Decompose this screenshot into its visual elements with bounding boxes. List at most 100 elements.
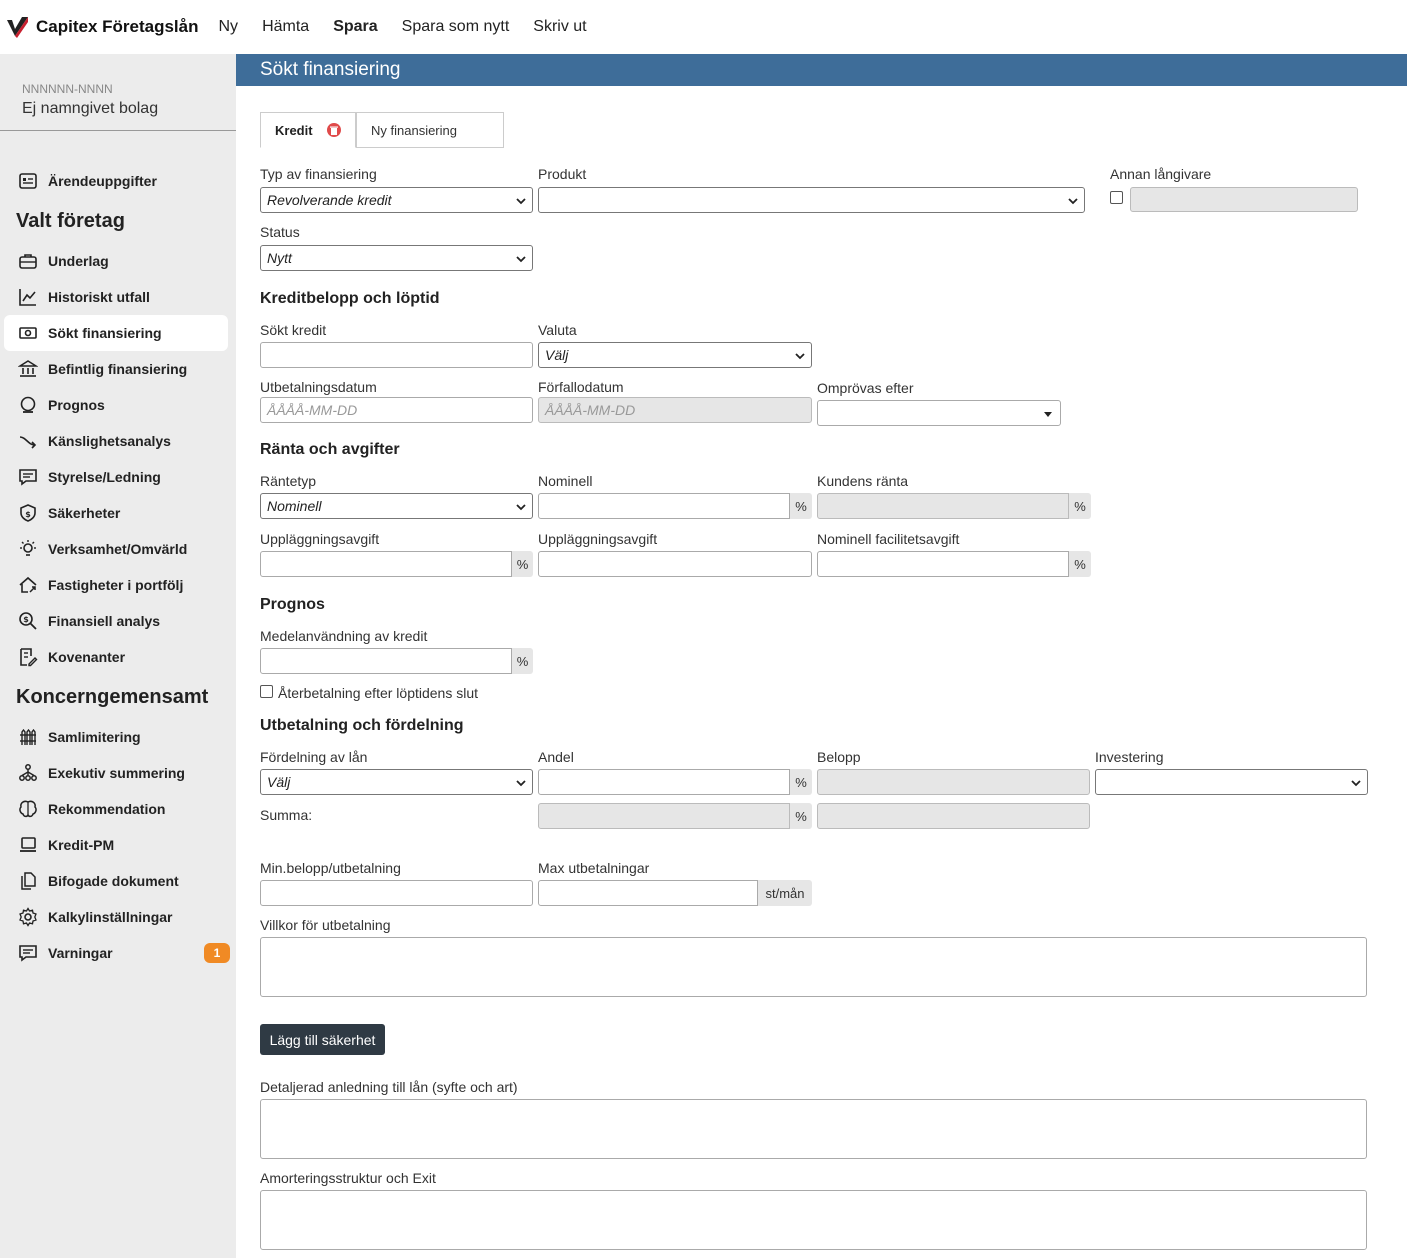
percent-addon: % bbox=[790, 769, 812, 795]
max-utbetalningar-input[interactable] bbox=[538, 880, 758, 906]
sidebar-item-label: Underlag bbox=[48, 253, 109, 269]
kundens-ranta-label: Kundens ränta bbox=[817, 473, 909, 489]
sidebar-item-label: Ärendeuppgifter bbox=[48, 173, 157, 189]
nav-save[interactable]: Spara bbox=[333, 18, 377, 36]
sidebar-item-sokt-finansiering[interactable]: Sökt finansiering bbox=[4, 315, 228, 351]
chevron-down-icon bbox=[1351, 780, 1361, 787]
section-prognos: Prognos bbox=[260, 596, 325, 613]
sidebar-item-samlimitering[interactable]: Samlimitering bbox=[4, 719, 228, 755]
nominell-input[interactable] bbox=[538, 493, 790, 519]
tab-kredit[interactable]: Kredit bbox=[260, 112, 356, 148]
add-sakerhet-button[interactable]: Lägg till säkerhet bbox=[260, 1024, 385, 1055]
villkor-textarea[interactable] bbox=[260, 937, 1367, 997]
min-belopp-input[interactable] bbox=[260, 880, 533, 906]
amortering-label: Amorteringsstruktur och Exit bbox=[260, 1170, 436, 1186]
sidebar-item-finansiell-analys[interactable]: $ Finansiell analys bbox=[4, 603, 228, 639]
annan-langivare-input[interactable] bbox=[1130, 187, 1358, 212]
valuta-value: Välj bbox=[545, 347, 569, 363]
amortering-textarea[interactable] bbox=[260, 1190, 1367, 1250]
sidebar-item-kalkylinstallningar[interactable]: Kalkylinställningar bbox=[4, 899, 228, 935]
sidebar-item-label: Finansiell analys bbox=[48, 613, 161, 629]
sidebar-item-styrelse-ledning[interactable]: Styrelse/Ledning bbox=[4, 459, 228, 495]
sidebar-item-arendeuppgifter[interactable]: Ärendeuppgifter bbox=[4, 163, 228, 199]
top-nav: Ny Hämta Spara Spara som nytt Skriv ut bbox=[219, 18, 611, 36]
rantetyp-select[interactable]: Nominell bbox=[260, 493, 533, 519]
sidebar-item-label: Exekutiv summering bbox=[48, 765, 185, 781]
sidebar-item-label: Kalkylinställningar bbox=[48, 909, 173, 925]
fence-icon bbox=[18, 727, 38, 747]
forfallodatum-placeholder: ÅÅÅÅ-MM-DD bbox=[545, 402, 636, 418]
fordelning-select[interactable]: Välj bbox=[260, 769, 533, 795]
belopp-input[interactable] bbox=[817, 769, 1090, 795]
utbetalningsdatum-label: Utbetalningsdatum bbox=[260, 379, 377, 395]
omprovas-select[interactable] bbox=[817, 400, 1061, 426]
forfallodatum-input[interactable]: ÅÅÅÅ-MM-DD bbox=[538, 397, 812, 423]
st-man-addon: st/mån bbox=[758, 880, 812, 906]
section-title-valt-foretag: Valt företag bbox=[16, 210, 125, 232]
max-utbetalningar-label: Max utbetalningar bbox=[538, 860, 650, 876]
sidebar-item-label: Sökt finansiering bbox=[48, 325, 162, 341]
sidebar-item-sakerheter[interactable]: $ Säkerheter bbox=[4, 495, 228, 531]
sidebar-item-fastigheter[interactable]: Fastigheter i portfölj bbox=[4, 567, 228, 603]
trend-arrow-icon bbox=[18, 431, 38, 451]
status-select[interactable]: Nytt bbox=[260, 245, 533, 271]
detaljerad-anledning-textarea[interactable] bbox=[260, 1099, 1367, 1159]
sidebar-item-exekutiv-summering[interactable]: Exekutiv summering bbox=[4, 755, 228, 791]
nav-save-as-new[interactable]: Spara som nytt bbox=[402, 18, 510, 36]
annan-langivare-checkbox[interactable] bbox=[1110, 191, 1123, 204]
sidebar-item-varningar[interactable]: Varningar 1 bbox=[4, 935, 230, 971]
nav-print[interactable]: Skriv ut bbox=[533, 18, 586, 36]
produkt-select[interactable] bbox=[538, 187, 1085, 213]
andel-input[interactable] bbox=[538, 769, 790, 795]
lightbulb-icon bbox=[18, 539, 38, 559]
sidebar-item-kanslighetsanalys[interactable]: Känslighetsanalys bbox=[4, 423, 228, 459]
percent-addon: % bbox=[1069, 493, 1091, 519]
warning-message-icon bbox=[18, 943, 38, 963]
sidebar-item-label: Verksamhet/Omvärld bbox=[48, 541, 188, 557]
shield-dollar-icon: $ bbox=[18, 503, 38, 523]
document-edit-icon bbox=[18, 647, 38, 667]
upplaggningsavgift-amount-input[interactable] bbox=[538, 551, 812, 577]
valuta-select[interactable]: Välj bbox=[538, 342, 812, 368]
sidebar-item-label: Prognos bbox=[48, 397, 105, 413]
sidebar-item-label: Säkerheter bbox=[48, 505, 121, 521]
brand[interactable]: Capitex Företagslån bbox=[4, 14, 199, 40]
sidebar-item-underlag[interactable]: Underlag bbox=[4, 243, 228, 279]
aterbetalning-checkbox[interactable] bbox=[260, 685, 273, 698]
delete-icon[interactable] bbox=[326, 123, 341, 137]
sidebar-item-rekommendation[interactable]: Rekommendation bbox=[4, 791, 228, 827]
produkt-label: Produkt bbox=[538, 166, 587, 182]
crystal-ball-icon bbox=[18, 395, 38, 415]
typ-select[interactable]: Revolverande kredit bbox=[260, 187, 533, 213]
medelanvandning-input[interactable] bbox=[260, 648, 512, 674]
nav-new[interactable]: Ny bbox=[219, 18, 239, 36]
bank-icon bbox=[18, 359, 38, 379]
sidebar-item-kovenanter[interactable]: Kovenanter bbox=[4, 639, 228, 675]
detaljerad-anledning-label: Detaljerad anledning till lån (syfte och… bbox=[260, 1079, 518, 1095]
sidebar-item-historiskt-utfall[interactable]: Historiskt utfall bbox=[4, 279, 228, 315]
nominell-label: Nominell bbox=[538, 473, 593, 489]
kundens-ranta-input[interactable] bbox=[817, 493, 1069, 519]
sidebar-item-befintlig-finansiering[interactable]: Befintlig finansiering bbox=[4, 351, 228, 387]
summa-label: Summa: bbox=[260, 807, 313, 823]
sidebar-item-verksamhet-omvarld[interactable]: Verksamhet/Omvärld bbox=[4, 531, 228, 567]
sokt-kredit-input[interactable] bbox=[260, 342, 533, 368]
min-belopp-label: Min.belopp/utbetalning bbox=[260, 860, 401, 876]
tab-label: Kredit bbox=[275, 122, 313, 138]
sidebar-item-kredit-pm[interactable]: Kredit-PM bbox=[4, 827, 228, 863]
sidebar-item-bifogade-dokument[interactable]: Bifogade dokument bbox=[4, 863, 228, 899]
sidebar-item-prognos[interactable]: Prognos bbox=[4, 387, 228, 423]
nav-fetch[interactable]: Hämta bbox=[262, 18, 309, 36]
tab-ny-finansiering[interactable]: Ny finansiering bbox=[356, 112, 504, 148]
brain-icon bbox=[18, 799, 38, 819]
sidebar-item-label: Samlimitering bbox=[48, 729, 141, 745]
upplaggningsavgift-percent-input[interactable] bbox=[260, 551, 512, 577]
section-kreditbelopp: Kreditbelopp och löptid bbox=[260, 290, 440, 307]
main-content: Kredit Ny finansiering Typ av finansieri… bbox=[236, 86, 1407, 1258]
org-name: Ej namngivet bolag bbox=[22, 100, 159, 117]
nominell-facilitetsavgift-input[interactable] bbox=[817, 551, 1069, 577]
fordelning-label: Fördelning av lån bbox=[260, 749, 368, 765]
typ-label: Typ av finansiering bbox=[260, 166, 377, 182]
utbetalningsdatum-input[interactable]: ÅÅÅÅ-MM-DD bbox=[260, 397, 533, 423]
investering-select[interactable] bbox=[1095, 769, 1368, 795]
